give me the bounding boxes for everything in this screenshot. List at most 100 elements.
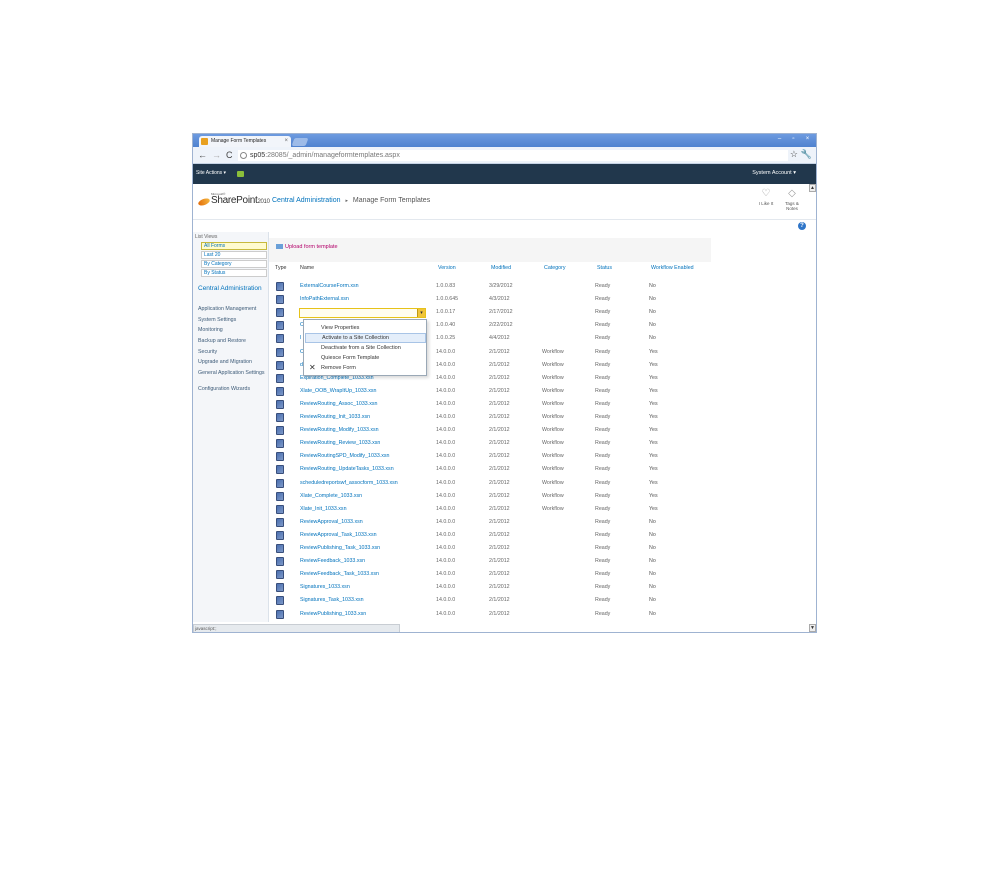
form-name-link[interactable]: ReviewRouting_Review_1033.xsn [300, 440, 380, 446]
item-menu-dropdown-icon[interactable]: ▾ [417, 309, 425, 317]
bookmark-star-icon[interactable]: ☆ [790, 149, 798, 160]
infopath-form-icon[interactable] [276, 334, 284, 344]
form-name-link[interactable]: ExternalCourseForm.xsn [300, 283, 359, 289]
infopath-form-icon[interactable] [276, 426, 284, 436]
view-by-status[interactable]: By Status [201, 269, 267, 277]
help-icon[interactable]: ? [798, 222, 806, 230]
scroll-down-arrow[interactable]: ▼ [809, 624, 816, 632]
form-name-link[interactable]: I [300, 335, 301, 341]
infopath-form-icon[interactable] [276, 504, 284, 514]
infopath-form-icon[interactable] [276, 386, 284, 396]
version-cell: 1.0.0.83 [436, 283, 456, 289]
column-header-name[interactable]: Name [300, 265, 314, 271]
infopath-form-icon[interactable] [276, 321, 284, 331]
wrench-menu-icon[interactable]: 🔧 [801, 149, 812, 160]
nav-backup-restore[interactable]: Backup and Restore [198, 338, 268, 344]
browser-tab[interactable]: Manage Form Templates × [199, 136, 291, 147]
infopath-form-icon[interactable] [276, 452, 284, 462]
form-name-link[interactable]: ReviewPublishing_Task_1033.xsn [300, 545, 380, 551]
infopath-form-icon[interactable] [276, 347, 284, 357]
address-bar[interactable]: sp05:28085/_admin/manageformtemplates.as… [238, 150, 788, 161]
infopath-form-icon[interactable] [276, 308, 284, 318]
infopath-form-icon[interactable] [276, 465, 284, 475]
nav-security[interactable]: Security [198, 349, 268, 355]
page-info-icon[interactable] [240, 152, 247, 159]
view-last-20[interactable]: Last 20 [201, 251, 267, 259]
view-by-category[interactable]: By Category [201, 260, 267, 268]
form-name-link[interactable]: Xlate_OOB_WrapItUp_1033.xsn [300, 388, 376, 394]
i-like-it-button[interactable]: ♡ I Like It [755, 189, 777, 217]
nav-monitoring[interactable]: Monitoring [198, 327, 268, 333]
new-tab-button[interactable] [291, 138, 309, 146]
form-name-link[interactable]: Signatures_Task_1033.xsn [300, 597, 364, 603]
view-all-forms[interactable]: All Forms [201, 242, 267, 250]
forward-arrow-icon[interactable]: → [212, 149, 221, 161]
menu-remove-form[interactable]: ✕ Remove Form [305, 363, 426, 373]
nav-application-management[interactable]: Application Management [198, 306, 268, 312]
infopath-form-icon[interactable] [276, 491, 284, 501]
modified-cell: 2/1/2012 [489, 597, 510, 604]
column-header-modified[interactable]: Modified [491, 265, 511, 271]
breadcrumb-central-admin[interactable]: Central Administration [272, 197, 340, 204]
infopath-form-icon[interactable] [276, 609, 284, 619]
tab-close-icon[interactable]: × [284, 136, 288, 147]
menu-view-properties[interactable]: View Properties [305, 323, 426, 333]
infopath-form-icon[interactable] [276, 530, 284, 540]
form-name-link[interactable]: ReviewPublishing_1033.xsn [300, 611, 366, 617]
menu-deactivate-site-collection[interactable]: Deactivate from a Site Collection [305, 343, 426, 353]
column-header-type[interactable]: Type [275, 265, 286, 271]
scroll-up-arrow[interactable]: ▲ [809, 184, 816, 192]
site-actions-menu[interactable]: Site Actions ▾ [196, 170, 226, 176]
infopath-form-icon[interactable] [276, 282, 284, 291]
column-header-workflow-enabled[interactable]: Workflow Enabled [651, 265, 694, 271]
nav-general-app-settings[interactable]: General Application Settings [198, 370, 268, 376]
user-account-menu[interactable]: System Account ▾ [752, 170, 796, 176]
infopath-form-icon[interactable] [276, 360, 284, 370]
window-close-button[interactable]: × [800, 135, 815, 143]
form-name-link[interactable]: ReviewApproval_1033.xsn [300, 519, 363, 525]
nav-system-settings[interactable]: System Settings [198, 317, 268, 323]
infopath-form-icon[interactable] [276, 583, 284, 593]
infopath-form-icon[interactable] [276, 570, 284, 580]
infopath-form-icon[interactable] [276, 544, 284, 553]
back-arrow-icon[interactable]: ← [198, 149, 207, 161]
infopath-form-icon[interactable] [276, 517, 284, 527]
form-name-link[interactable]: Signatures_1033.xsn [300, 584, 350, 590]
nav-upgrade-migration[interactable]: Upgrade and Migration [198, 359, 268, 365]
form-name-link[interactable]: ReviewRoutingSPD_Modify_1033.xsn [300, 453, 390, 459]
nav-configuration-wizards[interactable]: Configuration Wizards [198, 386, 268, 392]
menu-activate-site-collection[interactable]: Activate to a Site Collection [305, 333, 426, 343]
menu-quiesce-form-template[interactable]: Quiesce Form Template [305, 353, 426, 363]
infopath-form-icon[interactable] [276, 439, 284, 449]
infopath-form-icon[interactable] [276, 373, 284, 383]
navigate-up-icon[interactable] [237, 171, 244, 177]
reload-icon[interactable]: C [226, 149, 233, 161]
form-name-link[interactable]: scheduledreportswf_assocform_1033.xsn [300, 480, 398, 486]
column-header-status[interactable]: Status [597, 265, 612, 271]
tags-notes-button[interactable]: ◇ Tags & Notes [781, 189, 803, 217]
infopath-form-icon[interactable] [276, 557, 284, 567]
column-header-version[interactable]: Version [438, 265, 456, 271]
infopath-form-icon[interactable] [276, 478, 284, 488]
form-name-link[interactable]: Xlate_Complete_1033.xsn [300, 493, 362, 499]
form-name-link[interactable]: ReviewRouting_Modify_1033.xsn [300, 427, 379, 433]
infopath-form-icon[interactable] [276, 596, 284, 606]
infopath-form-icon[interactable] [276, 295, 284, 305]
form-name-link[interactable]: ReviewApproval_Task_1033.xsn [300, 532, 377, 538]
nav-heading-central-admin[interactable]: Central Administration [198, 285, 266, 293]
form-name-link[interactable]: Xlate_Init_1033.xsn [300, 506, 347, 512]
column-header-category[interactable]: Category [544, 265, 566, 271]
form-name-link[interactable]: InfoPathExternal.xsn [300, 296, 349, 302]
minimize-button[interactable]: ‒ [773, 135, 786, 143]
form-name-link[interactable]: ReviewRouting_Init_1033.xsn [300, 414, 370, 420]
sharepoint-logo[interactable]: Microsoft® SharePoint2010 [197, 192, 270, 210]
form-name-link[interactable]: ReviewFeedback_Task_1033.xsn [300, 571, 379, 577]
form-name-link[interactable]: ReviewRouting_Assoc_1033.xsn [300, 401, 377, 407]
upload-form-template-link[interactable]: Upload form template [276, 244, 338, 250]
form-name-link[interactable]: ReviewFeedback_1033.xsn [300, 558, 365, 564]
infopath-form-icon[interactable] [276, 399, 284, 409]
maximize-button[interactable]: ▫ [787, 135, 800, 143]
version-cell: 14.0.0.0 [436, 597, 456, 604]
form-name-link[interactable]: ReviewRouting_UpdateTasks_1033.xsn [300, 466, 394, 472]
infopath-form-icon[interactable] [276, 413, 284, 422]
